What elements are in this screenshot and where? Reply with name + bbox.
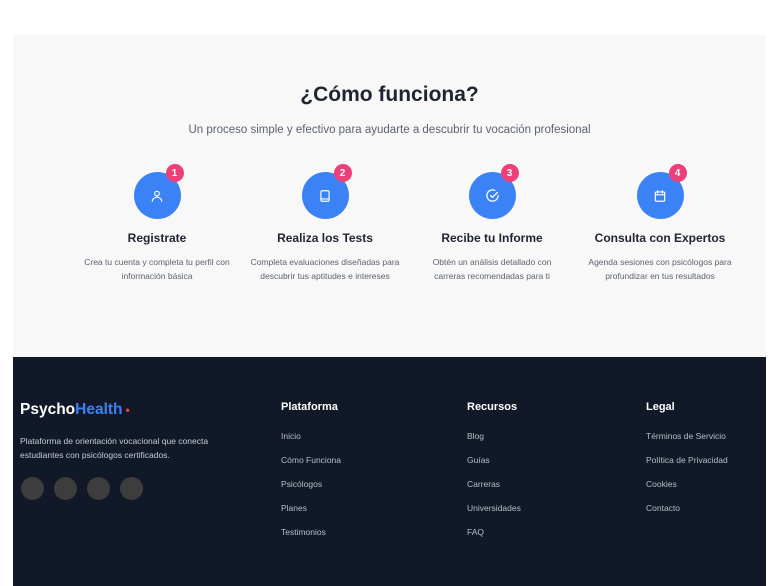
footer-column-title: Plataforma xyxy=(281,401,338,413)
brand-name-first: Psycho xyxy=(20,401,76,418)
step-description: Crea tu cuenta y completa tu perfil con … xyxy=(84,257,230,281)
step-icon-circle: 3 xyxy=(468,164,519,219)
step-description: Agenda sesiones con psicólogos para prof… xyxy=(588,257,732,281)
step-3: 3 Recibe tu Informe Obtén un análisis de… xyxy=(412,164,572,283)
footer-link-privacidad[interactable]: Política de Privacidad xyxy=(646,455,728,465)
brand-logo[interactable]: PsychoHealth • xyxy=(20,401,130,419)
brand-description: Plataforma de orientación vocacional que… xyxy=(20,436,209,460)
brand-name-second: Health xyxy=(75,401,123,418)
social-icon[interactable] xyxy=(21,477,44,500)
step-number-badge: 1 xyxy=(165,164,184,182)
step-title: Consulta con Expertos xyxy=(594,231,726,245)
site-footer: PsychoHealth • Plataforma de orientación … xyxy=(13,357,766,586)
step-icon-circle: 4 xyxy=(636,164,687,219)
calendar-icon xyxy=(654,189,666,202)
user-icon xyxy=(151,190,163,202)
footer-link-testimonios[interactable]: Testimonios xyxy=(281,527,341,537)
footer-link-carreras[interactable]: Carreras xyxy=(467,479,521,489)
social-links xyxy=(21,477,143,500)
step-icon-circle: 1 xyxy=(133,164,184,219)
footer-link-cookies[interactable]: Cookies xyxy=(646,479,728,489)
footer-link-guias[interactable]: Guías xyxy=(467,455,521,465)
how-it-works-section: ¿Cómo funciona? Un proceso simple y efec… xyxy=(13,35,766,357)
social-icon[interactable] xyxy=(54,477,77,500)
step-number-badge: 3 xyxy=(500,164,519,182)
footer-column-title: Legal xyxy=(646,401,675,413)
footer-link-terminos[interactable]: Términos de Servicio xyxy=(646,431,728,441)
book-icon xyxy=(320,189,330,202)
social-icon[interactable] xyxy=(87,477,110,500)
step-1: 1 Registrate Crea tu cuenta y completa t… xyxy=(77,164,237,283)
footer-column-plataforma: Plataforma Inicio Cómo Funciona Psicólog… xyxy=(281,401,341,551)
footer-link-blog[interactable]: Blog xyxy=(467,431,521,441)
page-frame: ¿Cómo funciona? Un proceso simple y efec… xyxy=(13,35,766,586)
footer-link-como-funciona[interactable]: Cómo Funciona xyxy=(281,455,341,465)
footer-link-universidades[interactable]: Universidades xyxy=(467,503,521,513)
footer-link-faq[interactable]: FAQ xyxy=(467,527,521,537)
section-title: ¿Cómo funciona? xyxy=(300,83,479,106)
step-title: Realiza los Tests xyxy=(277,231,373,245)
social-icon[interactable] xyxy=(120,477,143,500)
step-number-badge: 4 xyxy=(668,164,687,182)
step-title: Recibe tu Informe xyxy=(441,231,543,245)
step-4: 4 Consulta con Expertos Agenda sesiones … xyxy=(580,164,740,283)
footer-link-inicio[interactable]: Inicio xyxy=(281,431,341,441)
brand-dot: • xyxy=(125,403,130,417)
footer-column-legal: Legal Términos de Servicio Política de P… xyxy=(646,401,728,527)
step-2: 2 Realiza los Tests Completa evaluacione… xyxy=(245,164,405,283)
step-number-badge: 2 xyxy=(333,164,352,182)
footer-link-planes[interactable]: Planes xyxy=(281,503,341,513)
footer-link-contacto[interactable]: Contacto xyxy=(646,503,728,513)
check-circle-icon xyxy=(485,189,499,202)
section-subtitle: Un proceso simple y efectivo para ayudar… xyxy=(188,124,591,136)
footer-link-psicologos[interactable]: Psicólogos xyxy=(281,479,341,489)
footer-column-recursos: Recursos Blog Guías Carreras Universidad… xyxy=(467,401,521,551)
step-title: Registrate xyxy=(127,231,187,245)
step-icon-circle: 2 xyxy=(301,164,352,219)
footer-column-title: Recursos xyxy=(467,401,518,413)
step-description: Obtén un análisis detallado con carreras… xyxy=(432,257,552,281)
step-description: Completa evaluaciones diseñadas para des… xyxy=(250,257,400,281)
